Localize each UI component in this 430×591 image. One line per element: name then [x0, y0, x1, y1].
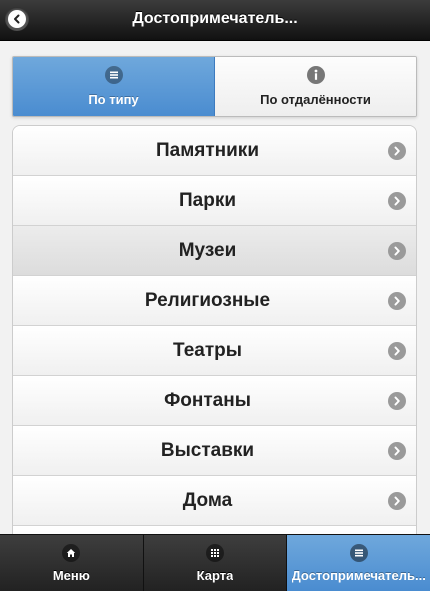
tab-by-type-label: По типу	[88, 92, 139, 107]
chevron-right-icon	[388, 392, 406, 410]
chevron-right-icon	[388, 292, 406, 310]
list-item-label: Религиозные	[144, 289, 271, 311]
list-item-label: Выставки	[160, 439, 255, 461]
list-item-label: Памятники	[155, 139, 259, 161]
list-item-parks[interactable]: Парки	[13, 176, 416, 226]
tab-by-distance[interactable]: По отдалённости	[215, 57, 416, 116]
list-item-label: Театры	[173, 339, 242, 361]
home-icon	[62, 543, 81, 562]
nav-menu[interactable]: Меню	[0, 535, 144, 591]
list-item-label: Фонтаны	[164, 389, 251, 411]
nav-menu-label: Меню	[52, 567, 90, 583]
chevron-right-icon	[388, 192, 406, 210]
list-item-houses[interactable]: Дома	[13, 476, 416, 526]
list-item-museums[interactable]: Музеи	[13, 226, 416, 276]
header-bar: Достопримечатель...	[0, 0, 430, 41]
list-item-label: Парки	[178, 189, 237, 211]
filter-segmented-control: По типу По отдалённости	[12, 56, 417, 117]
list-item-religious[interactable]: Религиозные	[13, 276, 416, 326]
list-icon	[104, 66, 123, 84]
nav-map[interactable]: Карта	[143, 535, 288, 591]
chevron-right-icon	[388, 342, 406, 360]
bottom-navbar: Меню Карта Достопримечатель...	[0, 534, 430, 591]
list-item-monuments[interactable]: Памятники	[13, 126, 416, 176]
chevron-right-icon	[388, 442, 406, 460]
chevron-right-icon	[388, 492, 406, 510]
info-icon	[306, 66, 325, 84]
chevron-right-icon	[388, 242, 406, 260]
tab-by-distance-label: По отдалённости	[260, 92, 371, 107]
tab-by-type[interactable]: По типу	[13, 57, 215, 116]
nav-map-label: Карта	[196, 567, 234, 583]
list-item-exhibitions[interactable]: Выставки	[13, 426, 416, 476]
nav-sights[interactable]: Достопримечатель...	[287, 535, 430, 591]
list-item-label: Дома	[182, 489, 233, 511]
category-list: Памятники Парки Музеи Религиозные Театры…	[12, 125, 417, 547]
list-item-theatres[interactable]: Театры	[13, 326, 416, 376]
list-icon	[349, 543, 368, 562]
grid-icon	[206, 543, 224, 562]
list-item-label: Музеи	[178, 239, 237, 261]
list-item-fountains[interactable]: Фонтаны	[13, 376, 416, 426]
nav-sights-label: Достопримечатель...	[291, 567, 426, 583]
chevron-right-icon	[388, 142, 406, 160]
page-title: Достопримечатель...	[132, 10, 298, 27]
